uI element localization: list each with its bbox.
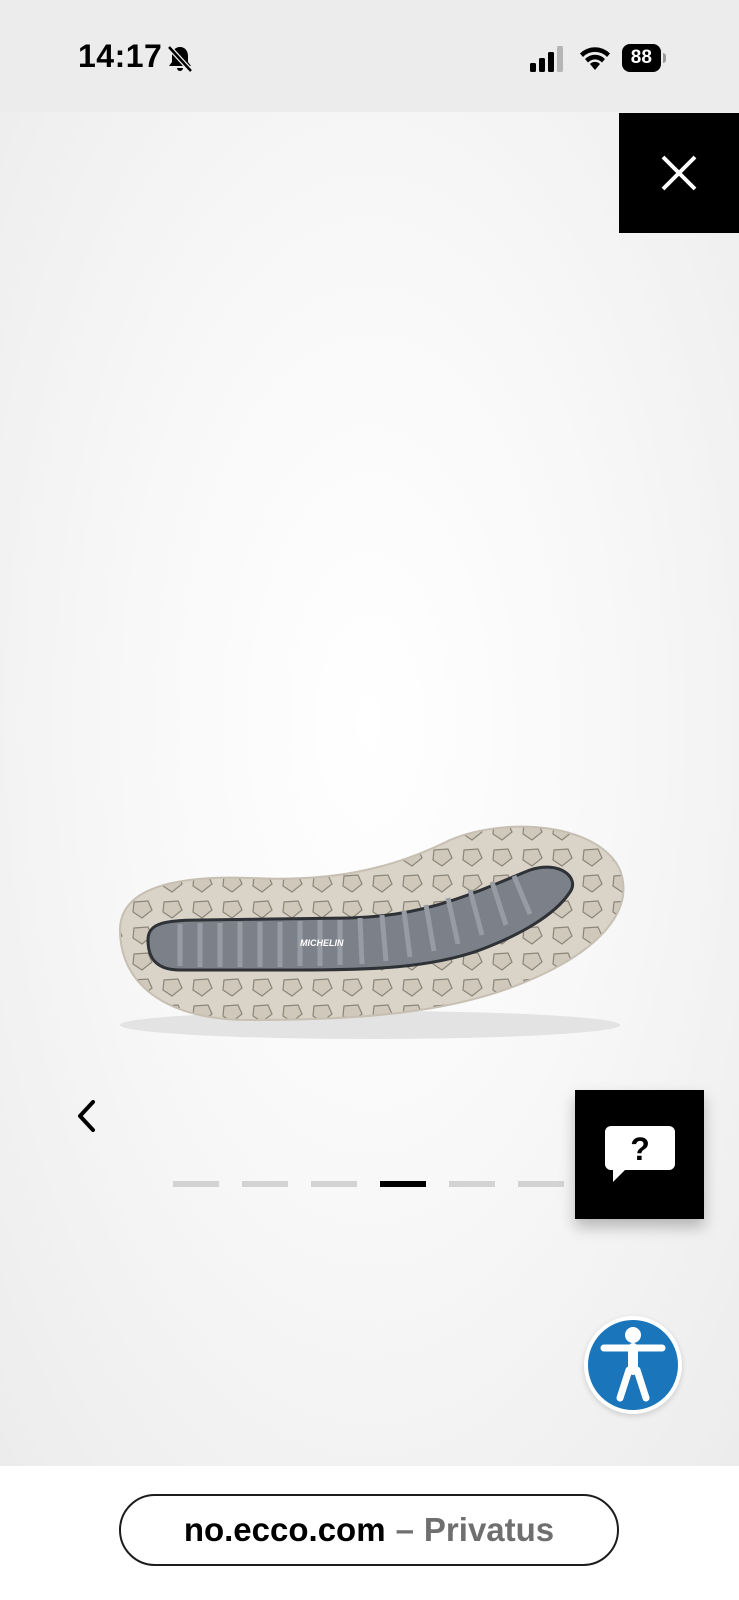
address-domain: no.ecco.com bbox=[183, 1511, 386, 1548]
image-viewer bbox=[0, 112, 739, 1466]
shoe-outsole-image: MICHELIN bbox=[118, 825, 625, 1039]
battery-level: 88 bbox=[622, 44, 661, 72]
bell-slash-icon bbox=[167, 45, 193, 73]
pager-dot-1[interactable] bbox=[173, 1181, 219, 1187]
status-time: 14:17 bbox=[78, 38, 163, 74]
close-icon bbox=[661, 155, 697, 191]
accessibility-button[interactable] bbox=[584, 1316, 682, 1414]
close-button[interactable] bbox=[619, 113, 739, 233]
accessibility-icon bbox=[600, 1327, 666, 1402]
previous-image-button[interactable] bbox=[66, 1096, 106, 1136]
help-glyph: ? bbox=[630, 1131, 650, 1167]
chevron-left-icon bbox=[78, 1100, 95, 1132]
help-chat-button[interactable]: ? bbox=[575, 1090, 704, 1219]
pager-dot-5[interactable] bbox=[449, 1181, 495, 1187]
address-bar[interactable]: no.ecco.com – Privatus bbox=[119, 1494, 619, 1566]
pager-dot-6[interactable] bbox=[518, 1181, 564, 1187]
pager-dot-2[interactable] bbox=[242, 1181, 288, 1187]
wifi-icon bbox=[580, 47, 610, 70]
image-pager bbox=[173, 1181, 564, 1187]
sole-brand-label: MICHELIN bbox=[300, 938, 344, 948]
pager-dot-3[interactable] bbox=[311, 1181, 357, 1187]
cellular-signal-icon bbox=[530, 46, 563, 72]
chat-question-icon: ? bbox=[604, 1125, 675, 1182]
pager-dot-4[interactable] bbox=[380, 1181, 426, 1187]
address-separator: – bbox=[395, 1511, 414, 1548]
address-site-title: Privatus bbox=[423, 1511, 555, 1548]
battery-cap bbox=[662, 53, 666, 63]
battery-icon: 88 bbox=[622, 44, 666, 72]
status-bar: 14:17 88 bbox=[0, 0, 739, 112]
